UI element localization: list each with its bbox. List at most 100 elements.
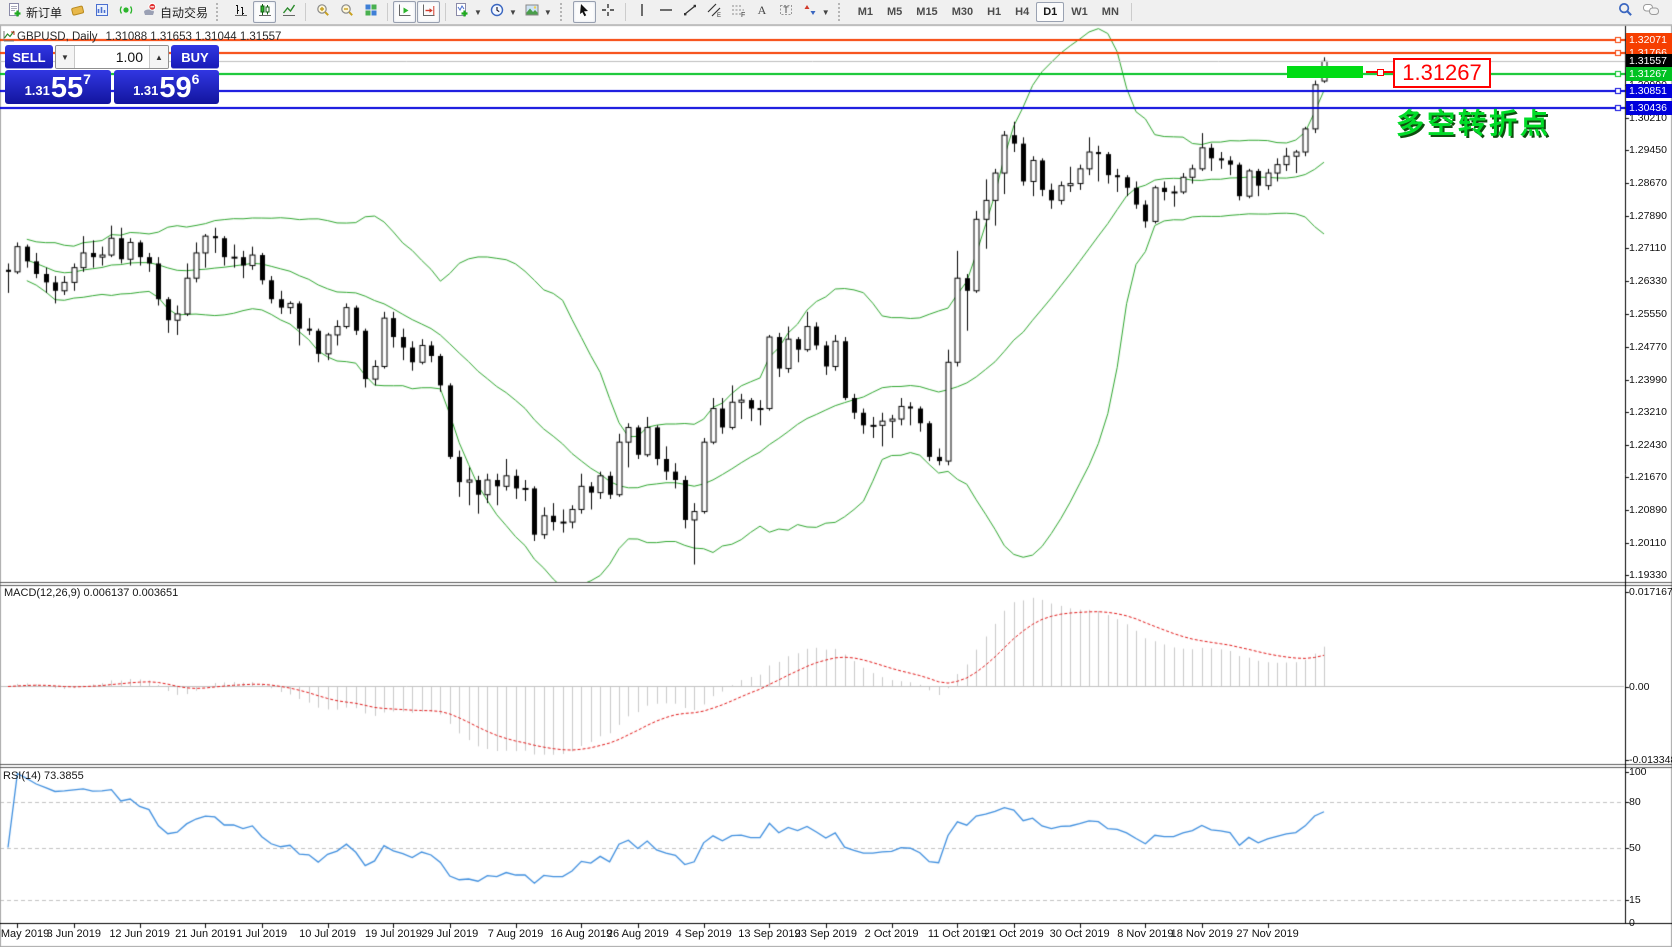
price-axis-tick: 1.21670 xyxy=(1629,471,1667,483)
equidistant-channel-icon: E xyxy=(706,2,722,23)
toolbar-grip xyxy=(838,3,846,21)
autotrading-button[interactable]: 自动交易 xyxy=(138,1,211,23)
mt4-window: 新订单 自动交易 xyxy=(0,0,1672,947)
vertical-line-button[interactable] xyxy=(631,1,654,23)
horizontal-line-button[interactable] xyxy=(655,1,678,23)
buy-button[interactable]: BUY xyxy=(171,45,219,69)
date-axis-label: 11 Oct 2019 xyxy=(928,928,987,940)
clock-icon xyxy=(489,2,505,23)
timeframe-m30[interactable]: M30 xyxy=(945,2,980,22)
search-icon[interactable] xyxy=(1617,1,1634,23)
signals-icon xyxy=(118,2,134,23)
line-chart-button[interactable] xyxy=(277,1,300,23)
auto-scroll-button[interactable] xyxy=(393,1,416,23)
signals-button[interactable] xyxy=(114,1,137,23)
buy-price-box[interactable]: 1.31 59 6 xyxy=(114,70,220,104)
cursor-button[interactable] xyxy=(573,1,596,23)
candlestick-chart-button[interactable] xyxy=(253,1,276,23)
date-axis-label: 26 Aug 2019 xyxy=(607,928,669,940)
chart-symbol-period: GBPUSD, Daily xyxy=(17,31,98,43)
toolbar-separator xyxy=(387,3,388,21)
chart-title: GBPUSD, Daily1.31088 1.31653 1.31044 1.3… xyxy=(17,31,281,43)
price-axis-tick: 1.23990 xyxy=(1629,374,1667,386)
timeframe-h1[interactable]: H1 xyxy=(980,2,1008,22)
equidistant-channel-button[interactable]: E xyxy=(703,1,726,23)
zoom-out-button[interactable] xyxy=(335,1,358,23)
toolbar-separator xyxy=(1131,3,1132,21)
text-button[interactable]: A xyxy=(751,1,774,23)
indicators-button[interactable]: ▼ xyxy=(451,1,485,23)
crosshair-button[interactable] xyxy=(597,1,620,23)
zoom-in-button[interactable] xyxy=(311,1,334,23)
toolbar-right xyxy=(1617,1,1668,23)
price-axis-tick: 1.27890 xyxy=(1629,210,1667,222)
rsi-axis-tick: 80 xyxy=(1629,796,1641,808)
svg-text:T: T xyxy=(784,5,790,15)
price-line-label: 1.30436 xyxy=(1626,101,1672,115)
price-axis-tick: 1.24770 xyxy=(1629,341,1667,353)
date-axis-label: 30 Oct 2019 xyxy=(1050,928,1110,940)
timeframe-group: M1M5M15M30H1H4D1W1MN xyxy=(851,2,1126,22)
date-axis-label: 29 Jul 2019 xyxy=(421,928,478,940)
svg-text:A: A xyxy=(758,3,767,17)
price-axis-tick: 1.20890 xyxy=(1629,504,1667,516)
date-axis-label: 18 Nov 2019 xyxy=(1171,928,1233,940)
timeframe-h4[interactable]: H4 xyxy=(1008,2,1036,22)
date-axis-label: 8 Nov 2019 xyxy=(1117,928,1173,940)
date-axis-label: 3 Jun 2019 xyxy=(47,928,101,940)
price-line-label: 1.30851 xyxy=(1626,84,1672,98)
dropdown-caret-icon: ▼ xyxy=(822,8,830,17)
fibonacci-button[interactable]: F xyxy=(727,1,750,23)
volume-decrease-button[interactable]: ▼ xyxy=(56,46,75,68)
dropdown-caret-icon: ▼ xyxy=(474,8,482,17)
timeframe-mn[interactable]: MN xyxy=(1095,2,1126,22)
templates-button[interactable]: ▼ xyxy=(521,1,555,23)
chart-annotation-text[interactable]: 多空转折点 xyxy=(1396,102,1551,142)
periods-button[interactable]: ▼ xyxy=(486,1,520,23)
price-callout-box[interactable]: 1.31267 xyxy=(1393,58,1491,88)
publish-chart-icon xyxy=(94,2,110,23)
macd-indicator-label: MACD(12,26,9) 0.006137 0.003651 xyxy=(4,587,178,599)
date-axis-label: 1 Jul 2019 xyxy=(236,928,287,940)
timeframe-m1[interactable]: M1 xyxy=(851,2,880,22)
publish-button[interactable] xyxy=(90,1,113,23)
price-axis-tick: 1.27110 xyxy=(1629,242,1666,254)
arrows-button[interactable]: ▼ xyxy=(799,1,833,23)
timeframe-m5[interactable]: M5 xyxy=(880,2,909,22)
date-axis-label: 23 Sep 2019 xyxy=(795,928,857,940)
bar-chart-button[interactable] xyxy=(229,1,252,23)
line-chart-icon xyxy=(281,2,297,23)
volume-increase-button[interactable]: ▲ xyxy=(149,46,168,68)
dropdown-caret-icon: ▼ xyxy=(509,8,517,17)
horizontal-line-icon xyxy=(658,2,674,23)
chat-icon[interactable] xyxy=(1642,2,1660,23)
text-label-button[interactable]: T xyxy=(775,1,798,23)
autotrading-label: 自动交易 xyxy=(160,4,208,21)
sell-button[interactable]: SELL xyxy=(5,45,53,69)
price-axis-tick: 1.22430 xyxy=(1629,439,1667,451)
date-axis-label: 21 Jun 2019 xyxy=(175,928,236,940)
toolbar-separator xyxy=(305,3,306,21)
highlight-rectangle[interactable] xyxy=(1287,66,1363,78)
price-axis-tick: 1.28670 xyxy=(1629,177,1667,189)
timeframe-m15[interactable]: M15 xyxy=(909,2,944,22)
chart-canvas[interactable] xyxy=(0,0,1672,947)
sell-price-box[interactable]: 1.31 55 7 xyxy=(5,70,111,104)
timeframe-d1[interactable]: D1 xyxy=(1036,2,1064,22)
volume-input[interactable] xyxy=(75,46,149,68)
trendline-button[interactable] xyxy=(679,1,702,23)
date-axis-label: 24 May 2019 xyxy=(0,928,49,940)
chart-shift-button[interactable] xyxy=(417,1,440,23)
one-click-trading-panel: SELL ▼ ▲ BUY 1.31 55 7 1.31 59 6 xyxy=(5,45,219,104)
tile-windows-button[interactable] xyxy=(359,1,382,23)
date-axis-label: 10 Jul 2019 xyxy=(299,928,356,940)
date-axis-label: 2 Oct 2019 xyxy=(865,928,919,940)
date-axis-label: 16 Aug 2019 xyxy=(550,928,612,940)
charts-button[interactable] xyxy=(66,1,89,23)
date-axis-label: 27 Nov 2019 xyxy=(1236,928,1298,940)
rsi-axis-tick: 15 xyxy=(1629,894,1641,906)
new-order-button[interactable]: 新订单 xyxy=(4,1,65,23)
dropdown-caret-icon: ▼ xyxy=(544,8,552,17)
timeframe-w1[interactable]: W1 xyxy=(1064,2,1095,22)
callout-connector-marker xyxy=(1377,69,1384,76)
